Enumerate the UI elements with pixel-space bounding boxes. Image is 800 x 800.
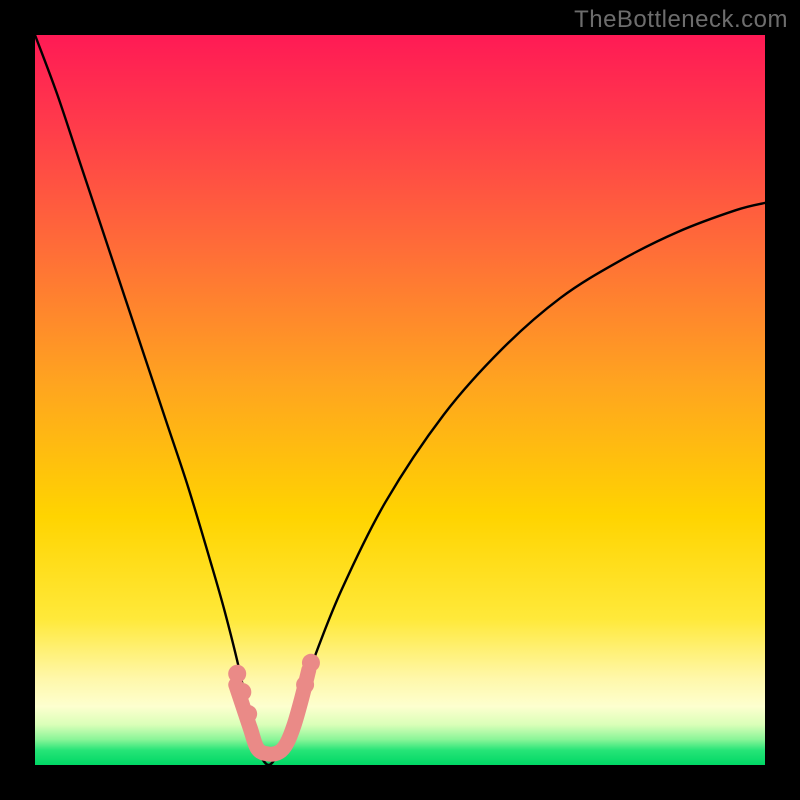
watermark-text: TheBottleneck.com xyxy=(574,6,788,34)
marker-dot xyxy=(233,683,251,701)
plot-area xyxy=(35,35,765,765)
marker-dot xyxy=(302,654,320,672)
marker-dot xyxy=(228,665,246,683)
marker-dot xyxy=(239,705,257,723)
bottleneck-chart xyxy=(35,35,765,765)
chart-frame: TheBottleneck.com xyxy=(0,0,800,800)
gradient-background xyxy=(35,35,765,765)
marker-dot xyxy=(296,676,314,694)
